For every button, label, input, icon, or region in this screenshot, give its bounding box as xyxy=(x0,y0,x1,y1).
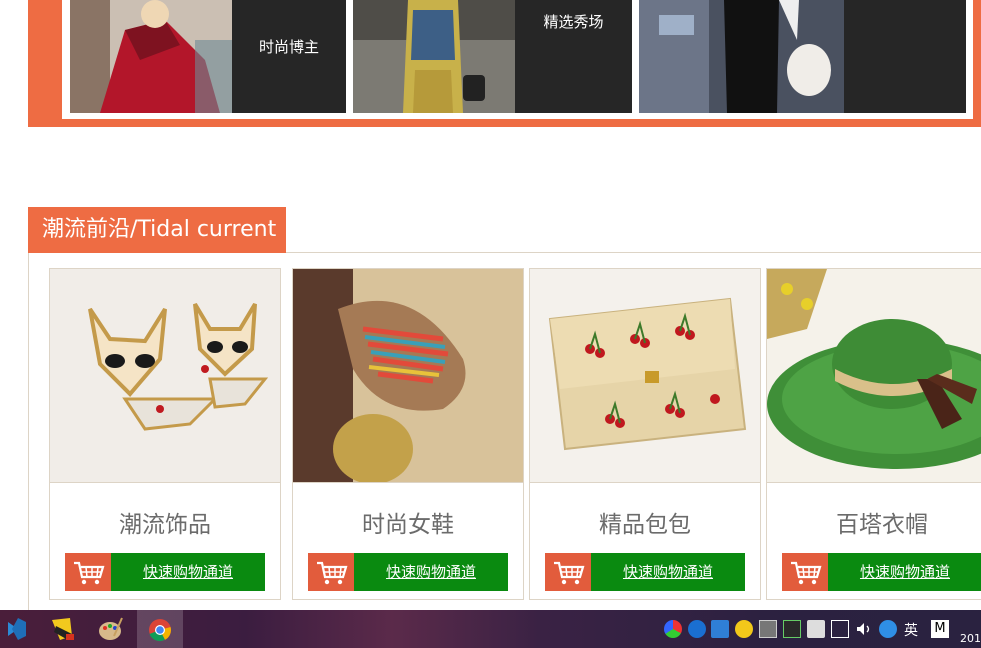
tray-app-icon[interactable] xyxy=(664,620,682,638)
quick-shop-link[interactable]: 快速购物通道 xyxy=(591,553,745,591)
runway-photo[interactable] xyxy=(353,0,515,113)
product-image-bag[interactable] xyxy=(530,269,760,483)
section-title: 潮流前沿/Tidal current xyxy=(28,207,286,253)
product-name: 精品包包 xyxy=(599,512,691,538)
banner-tiles: 时尚博主 精选秀场 xyxy=(62,0,973,119)
tile-third[interactable] xyxy=(844,0,966,113)
model-illustration xyxy=(70,0,232,113)
tile-fashion-blogger[interactable]: 时尚博主 xyxy=(232,0,346,113)
tray-plus-icon[interactable] xyxy=(735,620,753,638)
tray-network-icon[interactable] xyxy=(831,620,849,638)
quick-shop: 快速购物通道 xyxy=(308,553,508,591)
street-illustration xyxy=(639,0,844,113)
cart-icon[interactable] xyxy=(782,553,828,591)
palette-icon xyxy=(99,617,123,640)
quick-shop: 快速购物通道 xyxy=(65,553,265,591)
tray-volume-icon[interactable] xyxy=(855,620,873,638)
ime-indicator[interactable]: 英 xyxy=(904,620,918,640)
earrings-illustration xyxy=(50,269,280,482)
tray-k-icon[interactable] xyxy=(879,620,897,638)
cart-icon[interactable] xyxy=(65,553,111,591)
paint-taskbar-button[interactable] xyxy=(88,610,134,648)
street-style-photo[interactable] xyxy=(639,0,844,113)
windows-taskbar: 英 M 201 xyxy=(0,610,981,648)
product-image-hat[interactable] xyxy=(767,269,981,483)
product-image-shoes[interactable] xyxy=(293,269,523,483)
product-card[interactable]: 百塔衣帽 快速购物通道 xyxy=(766,268,981,600)
chrome-icon xyxy=(149,619,171,642)
product-image-earrings[interactable] xyxy=(50,269,280,483)
quick-shop: 快速购物通道 xyxy=(782,553,981,591)
tile-label: 时尚博主 xyxy=(258,38,319,56)
cart-icon[interactable] xyxy=(545,553,591,591)
chrome-taskbar-button[interactable] xyxy=(137,610,183,648)
top-banner: 时尚博主 精选秀场 xyxy=(28,0,981,127)
web-page: 时尚博主 精选秀场 潮流前沿/Tidal current 潮流饰品 快速购物通道… xyxy=(0,0,981,648)
quick-shop: 快速购物通道 xyxy=(545,553,745,591)
quick-shop-link[interactable]: 快速购物通道 xyxy=(828,553,981,591)
tray-m-icon[interactable]: M xyxy=(931,620,949,638)
tray-network-app-icon[interactable] xyxy=(711,620,729,638)
tray-nvidia-icon[interactable] xyxy=(783,620,801,638)
app-icon xyxy=(52,618,74,640)
fashion-blogger-photo[interactable] xyxy=(70,0,232,113)
shoes-illustration xyxy=(293,269,523,482)
tile-runway[interactable]: 精选秀场 xyxy=(515,0,632,113)
tile-label: 精选秀场 xyxy=(543,13,604,31)
cart-icon[interactable] xyxy=(308,553,354,591)
product-name: 百塔衣帽 xyxy=(836,512,928,538)
quick-shop-link[interactable]: 快速购物通道 xyxy=(111,553,265,591)
tray-keyboard-icon[interactable] xyxy=(759,620,777,638)
product-name: 潮流饰品 xyxy=(119,512,211,538)
sublime-taskbar-button[interactable] xyxy=(40,610,86,648)
hat-illustration xyxy=(767,269,981,482)
section-border-left xyxy=(28,252,29,610)
product-name: 时尚女鞋 xyxy=(362,512,454,538)
product-card[interactable]: 潮流饰品 快速购物通道 xyxy=(49,268,281,600)
bag-illustration xyxy=(530,269,760,482)
product-card[interactable]: 精品包包 快速购物通道 xyxy=(529,268,761,600)
product-card[interactable]: 时尚女鞋 快速购物通道 xyxy=(292,268,524,600)
quick-shop-link[interactable]: 快速购物通道 xyxy=(354,553,508,591)
tray-battery-icon[interactable] xyxy=(807,620,825,638)
runway-illustration xyxy=(353,0,515,113)
clock[interactable]: 201 xyxy=(960,632,981,645)
tray-browser-icon[interactable] xyxy=(688,620,706,638)
